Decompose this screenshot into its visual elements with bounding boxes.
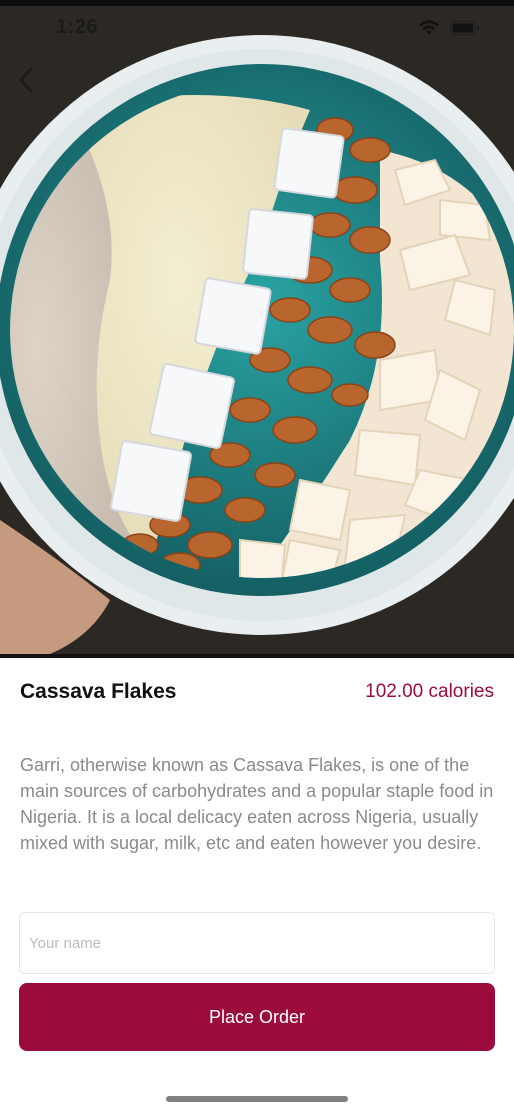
food-bowl-illustration [0, 0, 514, 658]
battery-icon [450, 21, 480, 40]
wifi-icon [418, 20, 440, 41]
status-icons [418, 20, 480, 41]
calorie-count: 102.00 calories [365, 681, 494, 702]
product-title: Cassava Flakes [20, 680, 177, 703]
product-detail-screen: 1:26 Cassava Flakes 102.00 calories Garr… [0, 0, 514, 1111]
product-image [0, 0, 514, 658]
back-button[interactable] [8, 62, 44, 102]
product-description: Garri, otherwise known as Cassava Flakes… [20, 755, 494, 853]
place-order-button[interactable]: Place Order [19, 983, 495, 1051]
top-edge [0, 0, 514, 6]
status-time: 1:26 [56, 16, 99, 38]
back-chevron-icon [18, 67, 34, 98]
name-input[interactable] [19, 912, 495, 974]
home-indicator[interactable] [166, 1096, 348, 1102]
